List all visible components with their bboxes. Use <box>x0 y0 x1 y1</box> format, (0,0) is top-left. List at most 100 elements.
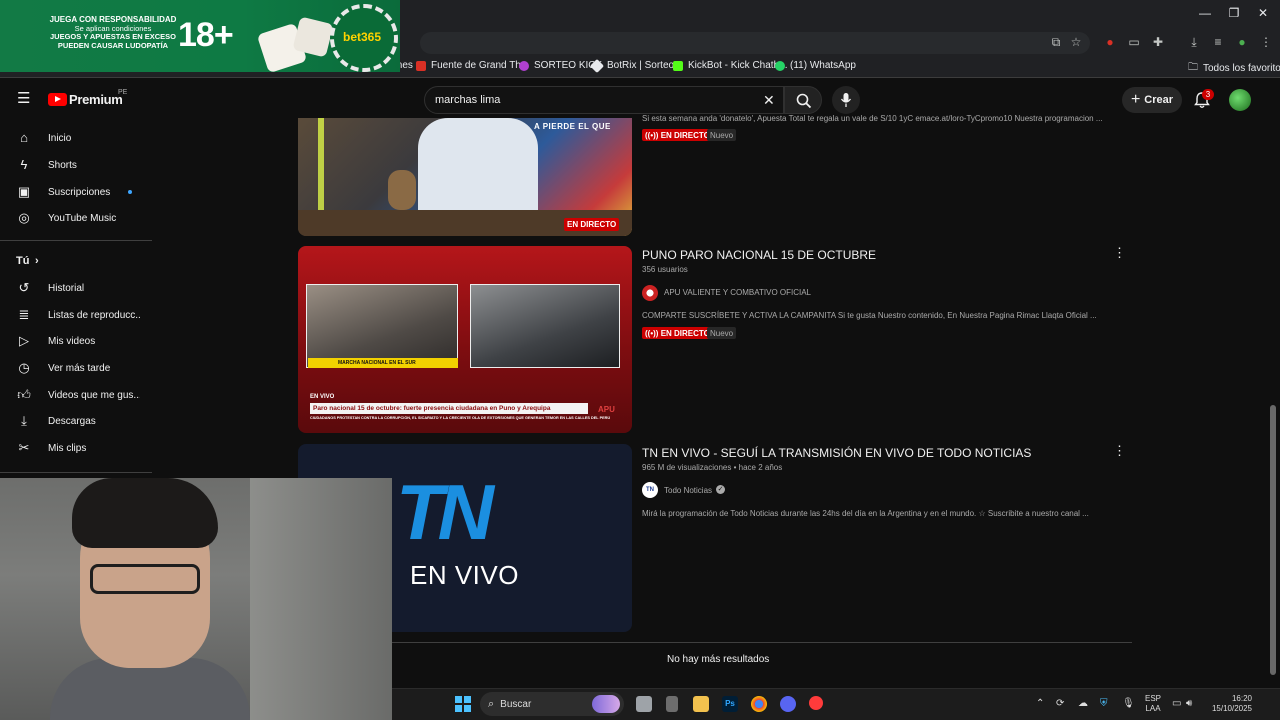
taskbar-search-label: Buscar <box>500 698 532 710</box>
thumbnail-subheadline: CIUDADANOS PROTESTAN CONTRA LA CORRUPCIÓ… <box>310 416 610 420</box>
all-bookmarks[interactable]: 🗀 Todos los favoritos <box>1188 60 1280 77</box>
restore-icon[interactable]: ❐ <box>1219 6 1249 20</box>
sidebar-item-suscripciones[interactable]: ▣ Suscripciones <box>0 179 152 205</box>
sidebar-item-youtube-music[interactable]: ◎ YouTube Music <box>0 205 152 231</box>
extensions-puzzle-icon[interactable]: ✚ <box>1150 34 1166 50</box>
reading-list-icon[interactable]: ≡ <box>1210 34 1226 50</box>
security-icon[interactable]: ⛨ <box>1100 698 1108 709</box>
volume-icon[interactable]: 🔊︎ <box>1186 698 1192 709</box>
sidebar-item-inicio[interactable]: ⌂ Inicio <box>0 125 152 151</box>
channel-name[interactable]: Todo Noticias <box>664 486 712 495</box>
voice-search-button[interactable] <box>832 86 860 114</box>
channel-avatar[interactable]: TN <box>642 482 658 498</box>
tray-chevron-icon[interactable]: ⌃ <box>1036 698 1044 709</box>
minimize-icon[interactable]: — <box>1190 6 1220 20</box>
download-icon: ⤓ <box>21 413 27 428</box>
bookmark-label: KickBot - Kick Chatb... <box>688 60 788 71</box>
sidebar-item-playlists[interactable]: ≣ Listas de reproducc... <box>0 302 152 328</box>
menu-dots-icon[interactable]: ⋮ <box>1258 34 1274 50</box>
like-icon: 👍︎ <box>17 387 31 402</box>
create-button[interactable]: + Crear <box>1122 87 1182 113</box>
watch-later-icon: ◷ <box>18 360 30 375</box>
windows-start-icon[interactable] <box>455 696 471 712</box>
close-window-icon[interactable]: ✕ <box>1248 6 1278 20</box>
channel-name[interactable]: APU VALIENTE Y COMBATIVO OFICIAL <box>664 288 811 297</box>
ad-brand: bet365 <box>343 30 382 44</box>
all-bookmarks-label: Todos los favoritos <box>1203 63 1280 74</box>
logo-text[interactable]: Premium <box>69 92 123 107</box>
profile-icon[interactable]: ● <box>1234 34 1250 50</box>
video-description: Mirá la programación de Todo Noticias du… <box>642 509 1089 518</box>
address-bar[interactable] <box>420 32 1090 54</box>
video-title[interactable]: PUNO PARO NACIONAL 15 DE OCTUBRE <box>642 248 876 262</box>
more-options-icon[interactable]: ⋮ <box>1113 245 1126 261</box>
download-icon[interactable]: ⤓ <box>1186 34 1202 50</box>
ad-age-label: 18+ <box>178 16 234 54</box>
extension-icon[interactable]: ▭ <box>1126 34 1142 50</box>
task-view-icon[interactable] <box>636 696 652 712</box>
thumbnail-brand: APU <box>598 405 615 414</box>
search-icon: ⌕ <box>488 697 495 710</box>
webcam-overlay <box>0 478 392 720</box>
bookmark-item[interactable]: KickBot - Kick Chatb... <box>673 60 787 71</box>
sidebar-item-mis-clips[interactable]: ✂ Mis clips <box>0 435 152 461</box>
page-scrollbar[interactable] <box>1270 405 1276 675</box>
search-box[interactable]: marchas lima ✕ <box>424 86 784 114</box>
sidebar-item-label: Shorts <box>48 159 77 171</box>
taskbar-search[interactable]: ⌕ Buscar <box>480 692 624 716</box>
taskbar-app-icon[interactable] <box>666 696 678 712</box>
mic-tray-icon[interactable]: 🎙︎ <box>1122 698 1135 709</box>
youtube-logo-icon[interactable] <box>48 93 67 106</box>
sidebar-item-ver-mas-tarde[interactable]: ◷ Ver más tarde <box>0 355 152 381</box>
bookmark-item[interactable]: Fuente de Grand Th... <box>416 60 529 71</box>
system-clock[interactable]: 16:20 15/10/2025 <box>1208 694 1252 714</box>
onedrive-icon[interactable]: ☁ <box>1078 698 1088 709</box>
thumbnail-scene-right <box>470 284 620 368</box>
sidebar-item-shorts[interactable]: ϟ Shorts <box>0 152 152 178</box>
hamburger-menu-icon[interactable]: ☰ <box>17 91 30 106</box>
new-badge: Nuevo <box>707 327 737 339</box>
thumbnail-logo-tn: TN <box>396 472 494 552</box>
scissors-icon: ✂ <box>18 440 30 455</box>
tn-logo-text: TN <box>396 468 494 556</box>
channel-avatar[interactable] <box>642 285 658 301</box>
account-avatar[interactable] <box>1229 89 1251 111</box>
bookmark-item[interactable]: (11) WhatsApp <box>775 60 856 71</box>
extension-red-icon[interactable]: ● <box>1102 34 1118 50</box>
whatsapp-icon <box>775 60 785 71</box>
bookmark-favicon-icon <box>519 60 529 71</box>
bookmark-label: (11) WhatsApp <box>790 60 856 71</box>
discord-icon[interactable] <box>780 696 796 712</box>
sidebar-divider <box>0 240 152 241</box>
bookmark-item[interactable]: BotRix | Sorteos <box>589 58 680 73</box>
sidebar-item-mis-videos[interactable]: ▷ Mis videos <box>0 328 152 354</box>
sidebar: ⌂ Inicio ϟ Shorts ▣ Suscripciones ◎ YouT… <box>0 118 160 478</box>
sidebar-item-descargas[interactable]: ⤓ Descargas <box>0 408 152 434</box>
bookmark-label: BotRix | Sorteos <box>607 60 680 71</box>
cast-icon[interactable]: ⧉ <box>1048 34 1064 50</box>
input-language[interactable]: ESP LAA <box>1145 694 1161 714</box>
sidebar-item-liked-videos[interactable]: 👍︎ Videos que me gus... <box>0 382 152 408</box>
chrome-icon[interactable] <box>751 696 767 712</box>
video-title[interactable]: TN EN VIVO - SEGUÍ LA TRANSMISIÓN EN VIV… <box>642 446 1031 460</box>
video-thumbnail[interactable]: A PIERDE EL QUE EN DIRECTO <box>298 118 632 236</box>
sidebar-item-label: Listas de reproducc... <box>48 309 140 321</box>
taskbar-app-red-icon[interactable] <box>809 696 823 710</box>
sidebar-you-header[interactable]: Tú › <box>0 248 152 274</box>
sidebar-item-historial[interactable]: ↺ Historial <box>0 275 152 301</box>
ad-banner[interactable]: JUEGA CON RESPONSABILIDAD Se aplican con… <box>0 0 400 72</box>
photoshop-icon[interactable]: Ps <box>722 696 738 712</box>
sidebar-divider <box>0 472 152 473</box>
file-explorer-icon[interactable] <box>693 696 709 712</box>
my-videos-icon: ▷ <box>19 333 29 348</box>
clear-search-icon[interactable]: ✕ <box>763 92 775 109</box>
tray-sync-icon[interactable]: ⟳ <box>1056 698 1064 709</box>
bookmark-star-icon[interactable]: ☆ <box>1068 34 1084 50</box>
search-button[interactable] <box>784 86 822 114</box>
search-input[interactable]: marchas lima <box>435 94 500 106</box>
more-options-icon[interactable]: ⋮ <box>1113 443 1126 459</box>
bookmark-favicon-icon <box>589 58 605 73</box>
network-icon[interactable]: ▭ <box>1172 698 1181 709</box>
thumbnail-person <box>418 118 538 218</box>
video-thumbnail[interactable]: MARCHA NACIONAL EN EL SUR EN VIVO Paro n… <box>298 246 632 433</box>
